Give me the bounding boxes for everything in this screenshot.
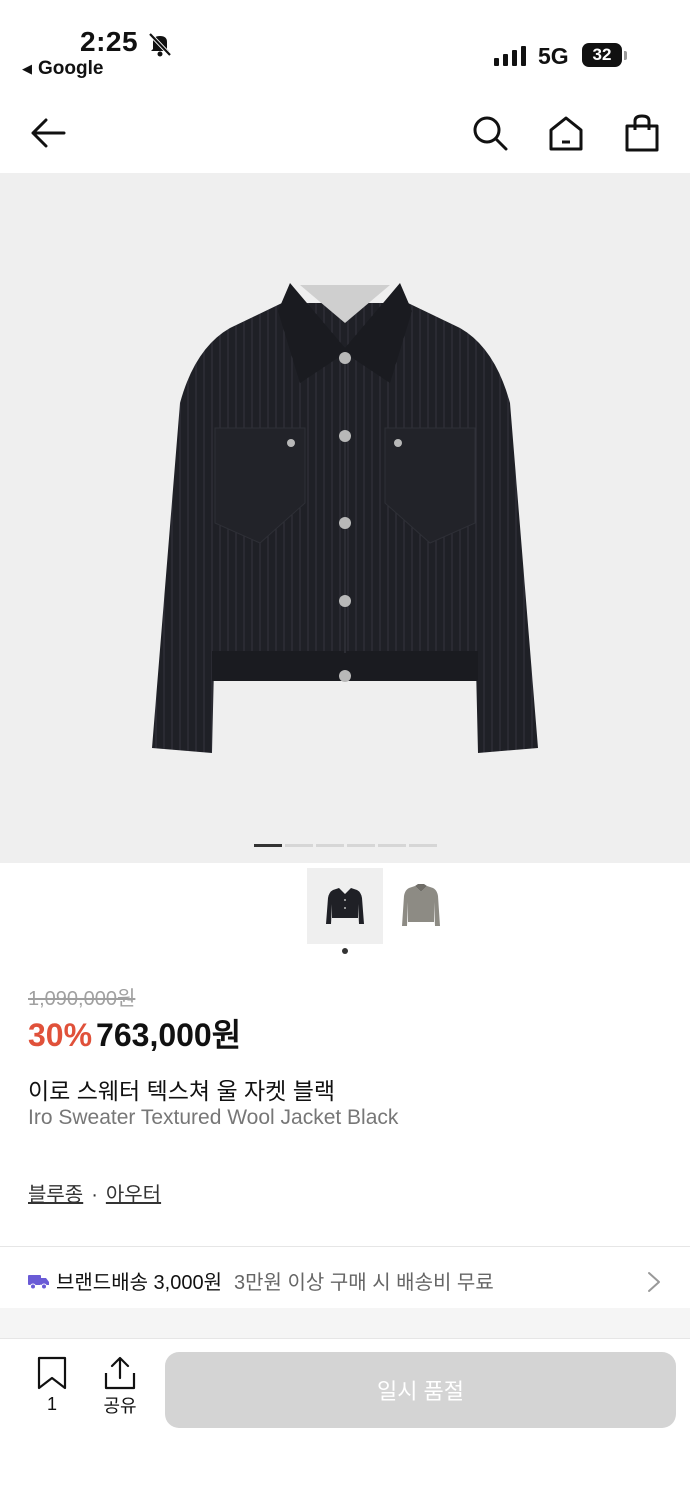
carousel-dot xyxy=(285,844,313,847)
back-app-label: Google xyxy=(38,58,104,79)
home-button[interactable] xyxy=(546,113,586,153)
product-image-carousel[interactable] xyxy=(0,173,690,863)
category-link-outer[interactable]: 아우터 xyxy=(106,1178,161,1207)
bookmark-icon xyxy=(37,1356,67,1390)
bottom-action-bar: 1 공유 일시 품절 xyxy=(0,1338,690,1500)
status-bar: 2:25 ◀ Google 5G 32 xyxy=(0,0,690,90)
free-shipping-note: 3만원 이상 구매 시 배송비 무료 xyxy=(234,1272,494,1294)
carousel-dot xyxy=(347,844,375,847)
battery-icon: 32 xyxy=(582,43,622,67)
back-arrow-icon xyxy=(31,118,66,148)
black-jacket-thumbnail-image xyxy=(326,888,364,924)
carousel-dot-active xyxy=(254,844,282,847)
shopping-bag-icon xyxy=(625,114,659,152)
battery-tip xyxy=(624,51,627,60)
gray-jacket-thumbnail-image xyxy=(402,884,440,926)
top-nav-bar xyxy=(0,95,690,173)
sold-out-button[interactable]: 일시 품절 xyxy=(165,1352,676,1428)
product-photo-black-jacket xyxy=(152,283,538,753)
discount-rate: 30% xyxy=(28,1017,93,1053)
cart-button[interactable] xyxy=(622,113,662,153)
search-icon xyxy=(473,116,508,151)
share-icon xyxy=(104,1356,136,1390)
back-triangle-icon: ◀ xyxy=(22,61,32,76)
color-option-thumbnails xyxy=(307,868,459,944)
home-icon xyxy=(549,116,583,151)
section-spacer xyxy=(0,1308,690,1338)
thumbnail-selected-indicator xyxy=(342,948,348,954)
sale-price: 763,000원 xyxy=(96,1017,242,1053)
delivery-truck-icon xyxy=(28,1274,49,1289)
price-row: 30% 763,000원 xyxy=(28,1010,241,1056)
thumbnail-gray-jacket[interactable] xyxy=(383,868,459,944)
thumbnail-black-jacket[interactable] xyxy=(307,868,383,944)
bookmark-count: 1 xyxy=(46,1394,57,1414)
chevron-right-icon xyxy=(648,1272,660,1292)
bookmark-button[interactable]: 1 xyxy=(34,1356,70,1415)
product-name-korean: 이로 스웨터 텍스쳐 울 자켓 블랙 xyxy=(28,1078,336,1104)
network-type: 5G xyxy=(538,43,569,69)
original-price: 1,090,000원 xyxy=(28,988,136,1010)
share-label: 공유 xyxy=(103,1396,137,1416)
bell-muted-icon xyxy=(148,32,172,57)
bottom-bar-divider xyxy=(0,1338,690,1339)
share-button[interactable]: 공유 xyxy=(100,1356,140,1418)
carousel-dot xyxy=(316,844,344,847)
category-link-blouson[interactable]: 블루종 xyxy=(28,1178,83,1207)
back-to-app-link[interactable]: ◀ Google xyxy=(22,58,103,80)
cellular-signal-icon xyxy=(494,44,526,66)
carousel-page-indicator xyxy=(254,844,437,847)
product-name-english: Iro Sweater Textured Wool Jacket Black xyxy=(28,1106,399,1129)
carousel-dot xyxy=(378,844,406,847)
status-time: 2:25 xyxy=(80,26,139,57)
category-separator: · xyxy=(91,1184,98,1206)
carousel-dot xyxy=(409,844,437,847)
breadcrumb: 블루종 · 아우터 xyxy=(28,1178,161,1207)
search-button[interactable] xyxy=(470,113,510,153)
section-divider xyxy=(0,1246,690,1247)
shipping-fee-label: 브랜드배송 3,000원 xyxy=(56,1272,223,1294)
shipping-info-row[interactable]: 브랜드배송 3,000원 3만원 이상 구매 시 배송비 무료 xyxy=(28,1266,494,1295)
back-button[interactable] xyxy=(28,113,68,153)
